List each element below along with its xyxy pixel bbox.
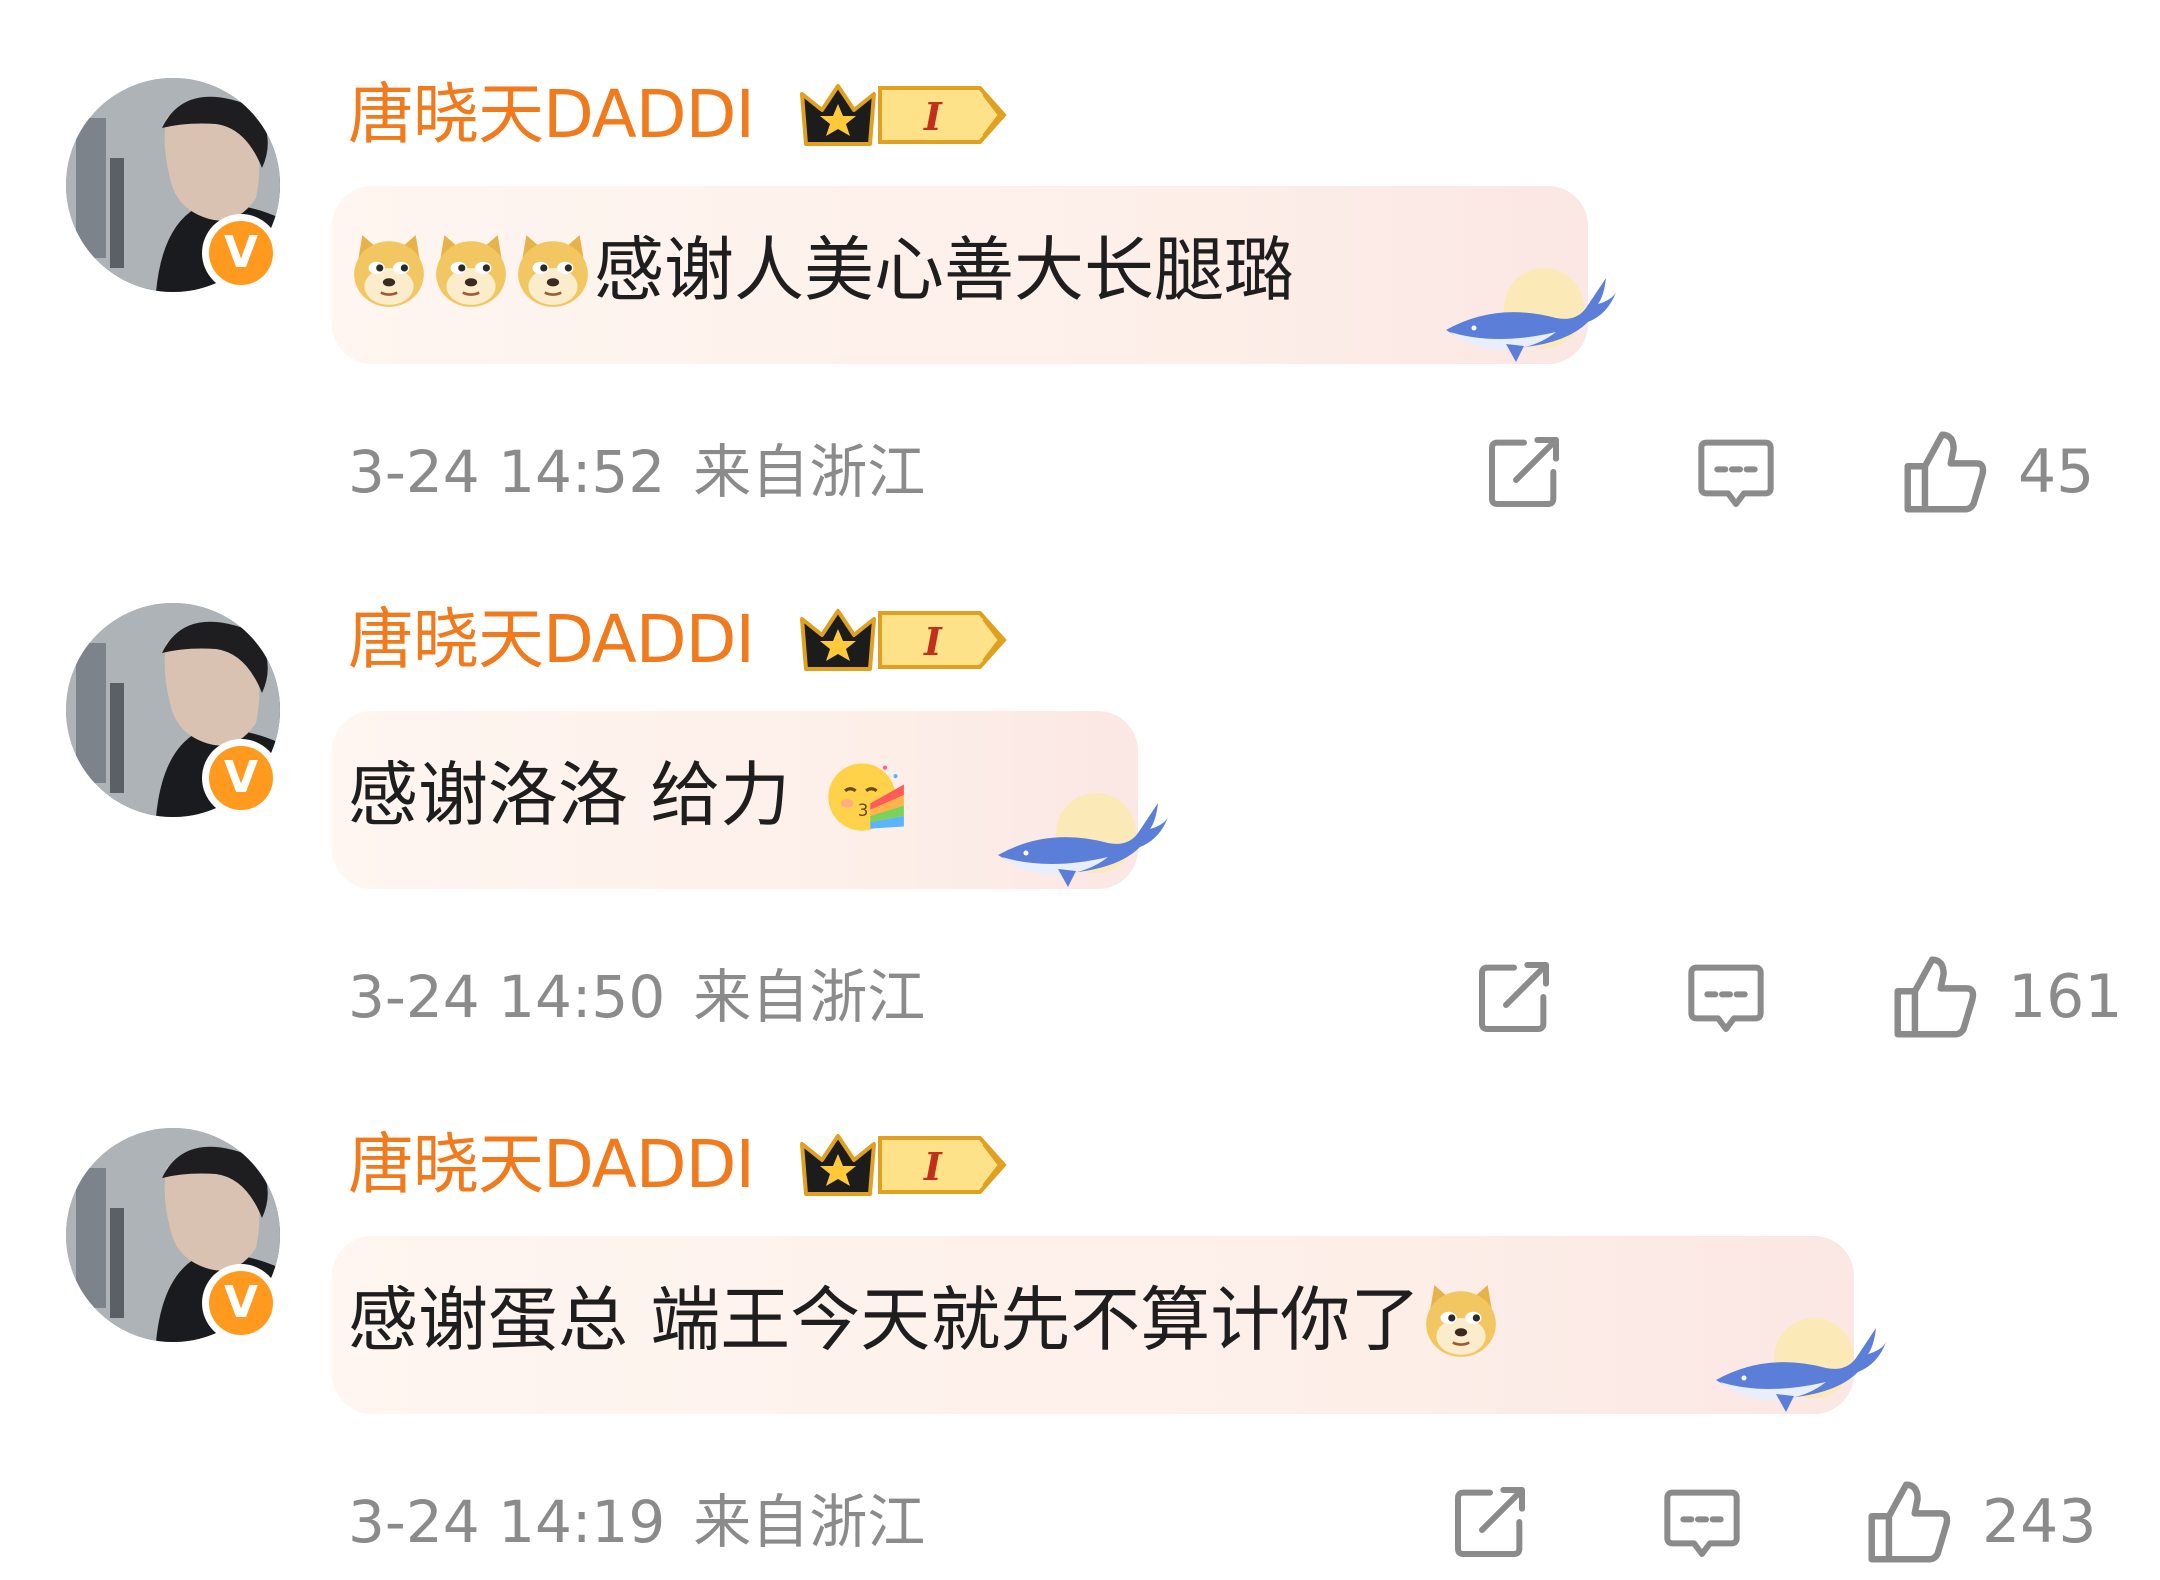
comment-location: 来自浙江: [693, 438, 926, 506]
verified-badge: V: [202, 739, 280, 817]
like-button[interactable]: 45: [1902, 432, 2094, 512]
comment-item: V 唐晓天DADDI I 感谢洛洛 给力 3-24 14:50 来自浙江 161: [0, 525, 2160, 1050]
thumbs-up-icon: [1902, 429, 1988, 515]
comment-body: 感谢人美心善大长腿璐: [348, 222, 1294, 318]
comment-meta: 3-24 14:50 来自浙江: [348, 957, 925, 1037]
comment-icon: [1686, 957, 1766, 1037]
comment-icon: [1696, 432, 1776, 512]
thumbs-up-icon: [1866, 1479, 1952, 1565]
whale-decoration-icon: [1436, 252, 1616, 382]
comment-meta: 3-24 14:52 来自浙江: [348, 432, 925, 512]
reply-button[interactable]: [1696, 432, 1776, 512]
comment-item: V 唐晓天DADDI I 感谢人美心善大长腿璐 3-24 14:52 来自浙江 4…: [0, 0, 2160, 525]
reply-button[interactable]: [1686, 957, 1766, 1037]
whale-decoration-icon: [988, 777, 1168, 907]
username[interactable]: 唐晓天DADDI: [348, 70, 755, 160]
comment-meta: 3-24 14:19 来自浙江: [348, 1482, 925, 1562]
comment-time: 3-24 14:19: [348, 1488, 666, 1556]
verified-icon: V: [209, 746, 273, 810]
share-icon: [1474, 957, 1554, 1037]
username[interactable]: 唐晓天DADDI: [348, 1120, 755, 1210]
avatar[interactable]: V: [66, 603, 280, 817]
comment-body: 感谢洛洛 给力: [348, 747, 906, 843]
vip-crown-icon[interactable]: I: [800, 603, 1010, 677]
doge-emoji-icon: [512, 229, 594, 311]
thumbs-up-icon: [1892, 954, 1978, 1040]
like-count: 161: [2008, 962, 2123, 1032]
comment-time: 3-24 14:50: [348, 963, 666, 1031]
verified-badge: V: [202, 1264, 280, 1342]
share-button[interactable]: [1484, 432, 1564, 512]
verified-icon: V: [209, 1271, 273, 1335]
rainbow-face-emoji-icon: [822, 753, 906, 837]
doge-emoji-icon: [1420, 1279, 1502, 1361]
reply-button[interactable]: [1662, 1482, 1742, 1562]
like-count: 243: [1982, 1487, 2097, 1557]
comment-location: 来自浙江: [693, 1488, 926, 1556]
comment-icon: [1662, 1482, 1742, 1562]
like-button[interactable]: 243: [1866, 1482, 2097, 1562]
doge-emoji-icon: [348, 229, 430, 311]
verified-icon: V: [209, 221, 273, 285]
avatar[interactable]: V: [66, 78, 280, 292]
whale-decoration-icon: [1706, 1302, 1886, 1432]
vip-crown-icon[interactable]: I: [800, 78, 1010, 152]
username[interactable]: 唐晓天DADDI: [348, 595, 755, 685]
comment-item: V 唐晓天DADDI I 感谢蛋总 端王今天就先不算计你了 3-24 14:19…: [0, 1050, 2160, 1575]
share-icon: [1484, 432, 1564, 512]
doge-emoji-icon: [430, 229, 512, 311]
comment-location: 来自浙江: [693, 963, 926, 1031]
comment-body: 感谢蛋总 端王今天就先不算计你了: [348, 1272, 1502, 1368]
verified-badge: V: [202, 214, 280, 292]
comment-text: 感谢洛洛 给力: [348, 754, 791, 836]
like-button[interactable]: 161: [1892, 957, 2123, 1037]
comment-text: 感谢人美心善大长腿璐: [594, 229, 1294, 311]
share-button[interactable]: [1474, 957, 1554, 1037]
vip-crown-icon[interactable]: I: [800, 1128, 1010, 1202]
comment-time: 3-24 14:52: [348, 438, 666, 506]
share-icon: [1450, 1482, 1530, 1562]
avatar[interactable]: V: [66, 1128, 280, 1342]
comment-text: 感谢蛋总 端王今天就先不算计你了: [348, 1279, 1421, 1361]
share-button[interactable]: [1450, 1482, 1530, 1562]
like-count: 45: [2018, 437, 2095, 507]
